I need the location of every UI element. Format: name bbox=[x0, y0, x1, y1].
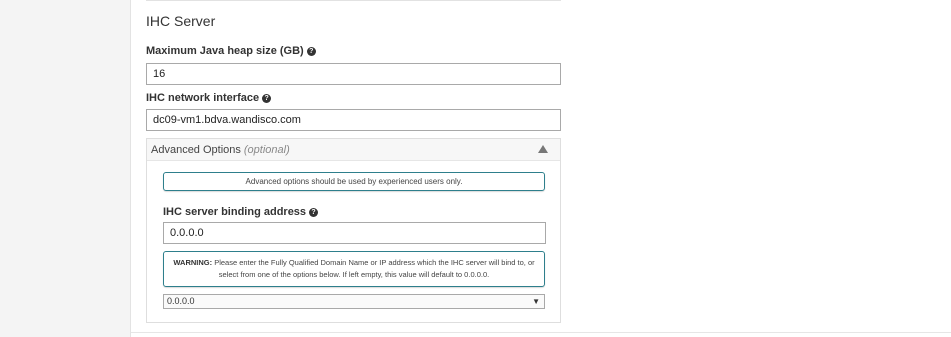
advanced-info-notice: Advanced options should be used by exper… bbox=[163, 172, 545, 191]
help-icon[interactable]: ? bbox=[262, 93, 272, 103]
network-interface-input[interactable] bbox=[146, 109, 561, 131]
network-interface-label-text: IHC network interface bbox=[146, 92, 260, 104]
select-value: 0.0.0.0 bbox=[167, 296, 195, 306]
triangle-up-icon[interactable] bbox=[538, 145, 548, 153]
warning-text: Please enter the Fully Qualified Domain … bbox=[214, 258, 535, 279]
left-gutter bbox=[0, 0, 131, 337]
heap-size-input[interactable] bbox=[146, 63, 561, 85]
divider bbox=[146, 0, 561, 1]
network-interface-label: IHC network interface ? bbox=[146, 92, 272, 104]
heap-size-label: Maximum Java heap size (GB) ? bbox=[146, 45, 316, 57]
warning-label: WARNING: bbox=[173, 258, 213, 267]
warning-notice: WARNING: Please enter the Fully Qualifie… bbox=[163, 251, 545, 287]
binding-address-label-text: IHC server binding address bbox=[163, 206, 307, 218]
divider bbox=[131, 332, 951, 333]
advanced-options-panel: Advanced Options (optional) Advanced opt… bbox=[146, 138, 561, 323]
help-icon[interactable]: ? bbox=[309, 207, 319, 217]
binding-address-select[interactable]: 0.0.0.0 ▼ bbox=[163, 294, 545, 309]
heap-size-label-text: Maximum Java heap size (GB) bbox=[146, 45, 304, 57]
caret-down-icon[interactable]: ▼ bbox=[532, 295, 540, 308]
help-icon[interactable]: ? bbox=[306, 46, 316, 56]
advanced-options-title: Advanced Options bbox=[151, 143, 241, 156]
section-title: IHC Server bbox=[146, 13, 216, 29]
advanced-options-header[interactable]: Advanced Options (optional) bbox=[147, 139, 560, 161]
binding-address-input[interactable] bbox=[163, 222, 546, 244]
optional-label: (optional) bbox=[243, 143, 290, 156]
binding-address-label: IHC server binding address ? bbox=[163, 206, 319, 218]
